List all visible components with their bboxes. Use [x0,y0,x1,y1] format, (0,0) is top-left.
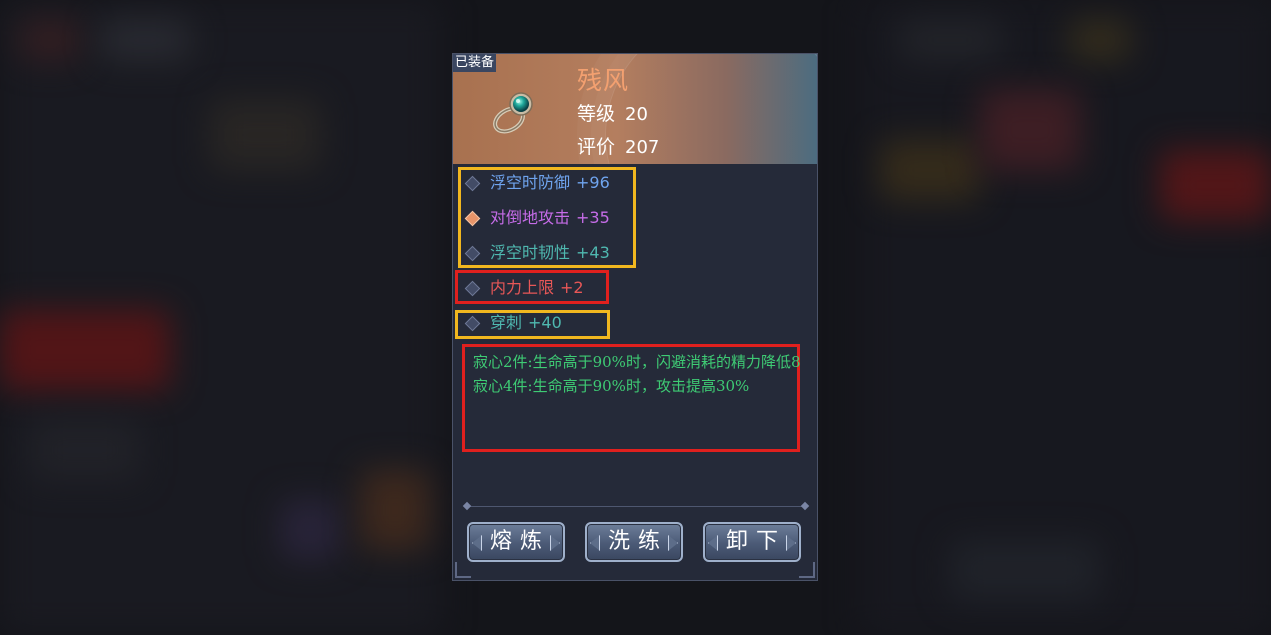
smelt-button[interactable]: 熔炼 [467,522,565,562]
highlight-box-yellow [458,167,636,268]
ring-icon [493,92,533,134]
set-bonus: 寂心2件:生命高于90%时，闪避消耗的精力降低8 寂心4件:生命高于90%时，攻… [473,350,803,398]
score-value: 207 [625,137,660,158]
set-bonus-line: 寂心4件:生命高于90%时，攻击提高30% [473,377,750,395]
corner-ornament [455,562,471,578]
equipped-tag: 已装备 [453,54,497,72]
unequip-button[interactable]: 卸下 [703,522,801,562]
corner-ornament [799,562,815,578]
highlight-box-yellow [455,310,610,339]
item-level: 等级 20 [577,102,648,127]
level-label: 等级 [577,103,616,125]
refine-button[interactable]: 洗练 [585,522,683,562]
item-tooltip-panel: 残风 等级 20 评价 207 已装备 浮空时防御 +96 对倒地攻击 +35 浮空时韧… [452,53,818,581]
item-score: 评价 207 [577,135,659,160]
set-bonus-line: 寂心2件:生命高于90%时，闪避消耗的精力降低8 [473,353,801,371]
level-value: 20 [625,104,648,125]
score-label: 评价 [577,136,616,158]
item-header: 残风 等级 20 评价 207 [453,54,817,164]
item-name: 残风 [577,66,630,95]
highlight-box-red [455,270,609,304]
divider [467,506,805,507]
